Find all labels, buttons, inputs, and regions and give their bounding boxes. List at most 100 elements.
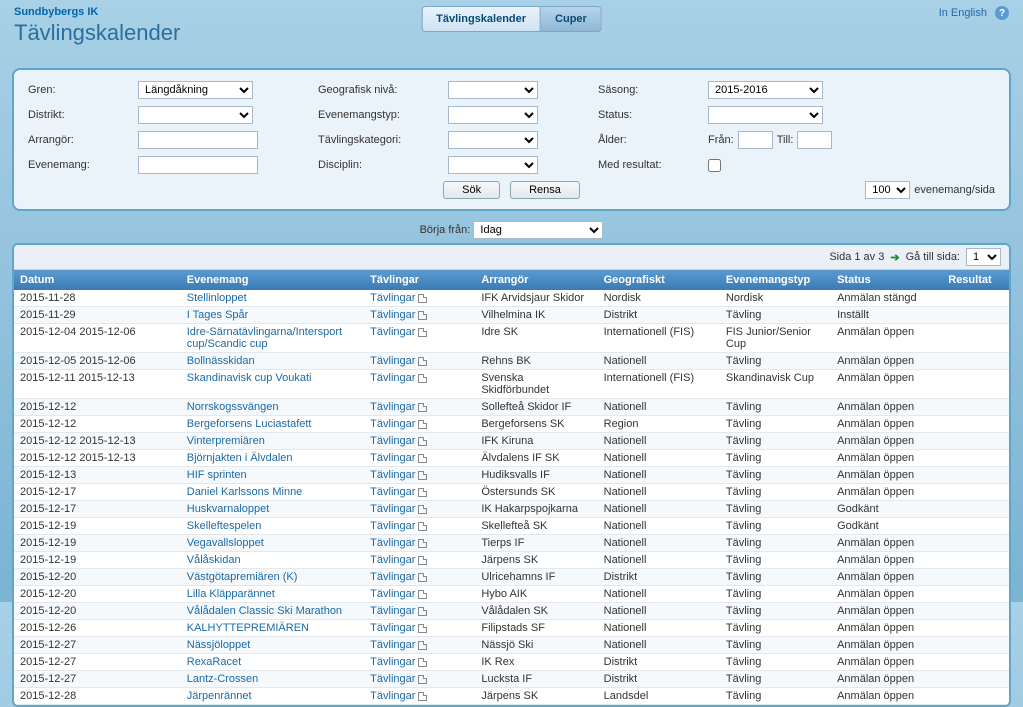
th-datum[interactable]: Datum: [14, 270, 181, 290]
tavlingar-link[interactable]: Tävlingar: [370, 326, 415, 338]
event-link[interactable]: Bollnässkidan: [187, 355, 255, 367]
evtyp-select[interactable]: [448, 106, 538, 124]
event-link[interactable]: KALHYTTEPREMIÄREN: [187, 622, 309, 634]
th-resultat[interactable]: Resultat: [942, 270, 1009, 290]
event-link[interactable]: Lantz-Crossen: [187, 673, 259, 685]
doc-icon[interactable]: [418, 374, 427, 383]
doc-icon[interactable]: [418, 692, 427, 701]
event-link[interactable]: Vålåskidan: [187, 554, 241, 566]
th-evenemang[interactable]: Evenemang: [181, 270, 364, 290]
goto-page-select[interactable]: 1: [966, 248, 1001, 266]
event-link[interactable]: Lilla Kläpparännet: [187, 588, 275, 600]
doc-icon[interactable]: [418, 658, 427, 667]
tavlingar-link[interactable]: Tävlingar: [370, 554, 415, 566]
tavlingar-link[interactable]: Tävlingar: [370, 588, 415, 600]
alder-till-input[interactable]: [797, 131, 832, 149]
tab-tavlingskalender[interactable]: Tävlingskalender: [421, 6, 541, 32]
sok-button[interactable]: Sök: [443, 181, 500, 199]
status-select[interactable]: [708, 106, 823, 124]
tavlingar-link[interactable]: Tävlingar: [370, 673, 415, 685]
doc-icon[interactable]: [418, 590, 427, 599]
tavlingar-link[interactable]: Tävlingar: [370, 622, 415, 634]
gren-select[interactable]: Längdåkning: [138, 81, 253, 99]
doc-icon[interactable]: [418, 328, 427, 337]
tavlingar-link[interactable]: Tävlingar: [370, 605, 415, 617]
tavlingar-link[interactable]: Tävlingar: [370, 418, 415, 430]
doc-icon[interactable]: [418, 556, 427, 565]
doc-icon[interactable]: [418, 624, 427, 633]
tkategori-select[interactable]: [448, 131, 538, 149]
doc-icon[interactable]: [418, 539, 427, 548]
doc-icon[interactable]: [418, 294, 427, 303]
event-link[interactable]: Norrskogssvängen: [187, 401, 279, 413]
event-link[interactable]: Daniel Karlssons Minne: [187, 486, 303, 498]
th-evtyp[interactable]: Evenemangstyp: [720, 270, 831, 290]
event-link[interactable]: Skelleftespelen: [187, 520, 262, 532]
event-link[interactable]: Vegavallsloppet: [187, 537, 264, 549]
in-english-link[interactable]: In English: [939, 7, 987, 19]
doc-icon[interactable]: [418, 437, 427, 446]
tavlingar-link[interactable]: Tävlingar: [370, 503, 415, 515]
event-link[interactable]: HIF sprinten: [187, 469, 247, 481]
evenemang-input[interactable]: [138, 156, 258, 174]
event-link[interactable]: I Tages Spår: [187, 309, 249, 321]
doc-icon[interactable]: [418, 607, 427, 616]
th-arrangor[interactable]: Arrangör: [475, 270, 597, 290]
tavlingar-link[interactable]: Tävlingar: [370, 355, 415, 367]
tavlingar-link[interactable]: Tävlingar: [370, 537, 415, 549]
help-icon[interactable]: ?: [995, 6, 1009, 20]
brand[interactable]: Sundbybergs IK: [14, 6, 180, 18]
tavlingar-link[interactable]: Tävlingar: [370, 435, 415, 447]
medresultat-checkbox[interactable]: [708, 159, 721, 172]
doc-icon[interactable]: [418, 471, 427, 480]
borja-fran-select[interactable]: Idag: [473, 221, 603, 239]
disciplin-select[interactable]: [448, 156, 538, 174]
tavlingar-link[interactable]: Tävlingar: [370, 372, 415, 384]
th-tavlingar[interactable]: Tävlingar: [364, 270, 475, 290]
arrangor-input[interactable]: [138, 131, 258, 149]
event-link[interactable]: Järpenrännet: [187, 690, 252, 702]
event-link[interactable]: Stellinloppet: [187, 292, 247, 304]
event-link[interactable]: Nässjöloppet: [187, 639, 251, 651]
distrikt-select[interactable]: [138, 106, 253, 124]
rensa-button[interactable]: Rensa: [510, 181, 580, 199]
doc-icon[interactable]: [418, 522, 427, 531]
event-link[interactable]: Idre-Särnatävlingarna/Intersport cup/Sca…: [187, 326, 342, 350]
th-status[interactable]: Status: [831, 270, 942, 290]
event-link[interactable]: Vinterpremiären: [187, 435, 265, 447]
event-link[interactable]: Bergeforsens Luciastafett: [187, 418, 312, 430]
doc-icon[interactable]: [418, 641, 427, 650]
tavlingar-link[interactable]: Tävlingar: [370, 292, 415, 304]
alder-fran-input[interactable]: [738, 131, 773, 149]
sasong-select[interactable]: 2015-2016: [708, 81, 823, 99]
doc-icon[interactable]: [418, 311, 427, 320]
tavlingar-link[interactable]: Tävlingar: [370, 309, 415, 321]
event-link[interactable]: Skandinavisk cup Voukati: [187, 372, 312, 384]
event-link[interactable]: RexaRacet: [187, 656, 241, 668]
doc-icon[interactable]: [418, 505, 427, 514]
perpage-select[interactable]: 100: [865, 181, 910, 199]
tavlingar-link[interactable]: Tävlingar: [370, 486, 415, 498]
tavlingar-link[interactable]: Tävlingar: [370, 520, 415, 532]
event-link[interactable]: Västgötapremiären (K): [187, 571, 298, 583]
event-link[interactable]: Huskvarnaloppet: [187, 503, 270, 515]
event-link[interactable]: Björnjakten i Älvdalen: [187, 452, 293, 464]
doc-icon[interactable]: [418, 420, 427, 429]
tab-cuper[interactable]: Cuper: [541, 6, 602, 32]
doc-icon[interactable]: [418, 403, 427, 412]
tavlingar-link[interactable]: Tävlingar: [370, 656, 415, 668]
doc-icon[interactable]: [418, 357, 427, 366]
doc-icon[interactable]: [418, 454, 427, 463]
th-geografiskt[interactable]: Geografiskt: [598, 270, 720, 290]
tavlingar-link[interactable]: Tävlingar: [370, 690, 415, 702]
tavlingar-link[interactable]: Tävlingar: [370, 401, 415, 413]
tavlingar-link[interactable]: Tävlingar: [370, 639, 415, 651]
event-link[interactable]: Vålådalen Classic Ski Marathon: [187, 605, 342, 617]
tavlingar-link[interactable]: Tävlingar: [370, 469, 415, 481]
tavlingar-link[interactable]: Tävlingar: [370, 452, 415, 464]
doc-icon[interactable]: [418, 573, 427, 582]
geonivaa-select[interactable]: [448, 81, 538, 99]
doc-icon[interactable]: [418, 488, 427, 497]
next-page-arrow-icon[interactable]: ➔: [890, 251, 899, 264]
tavlingar-link[interactable]: Tävlingar: [370, 571, 415, 583]
